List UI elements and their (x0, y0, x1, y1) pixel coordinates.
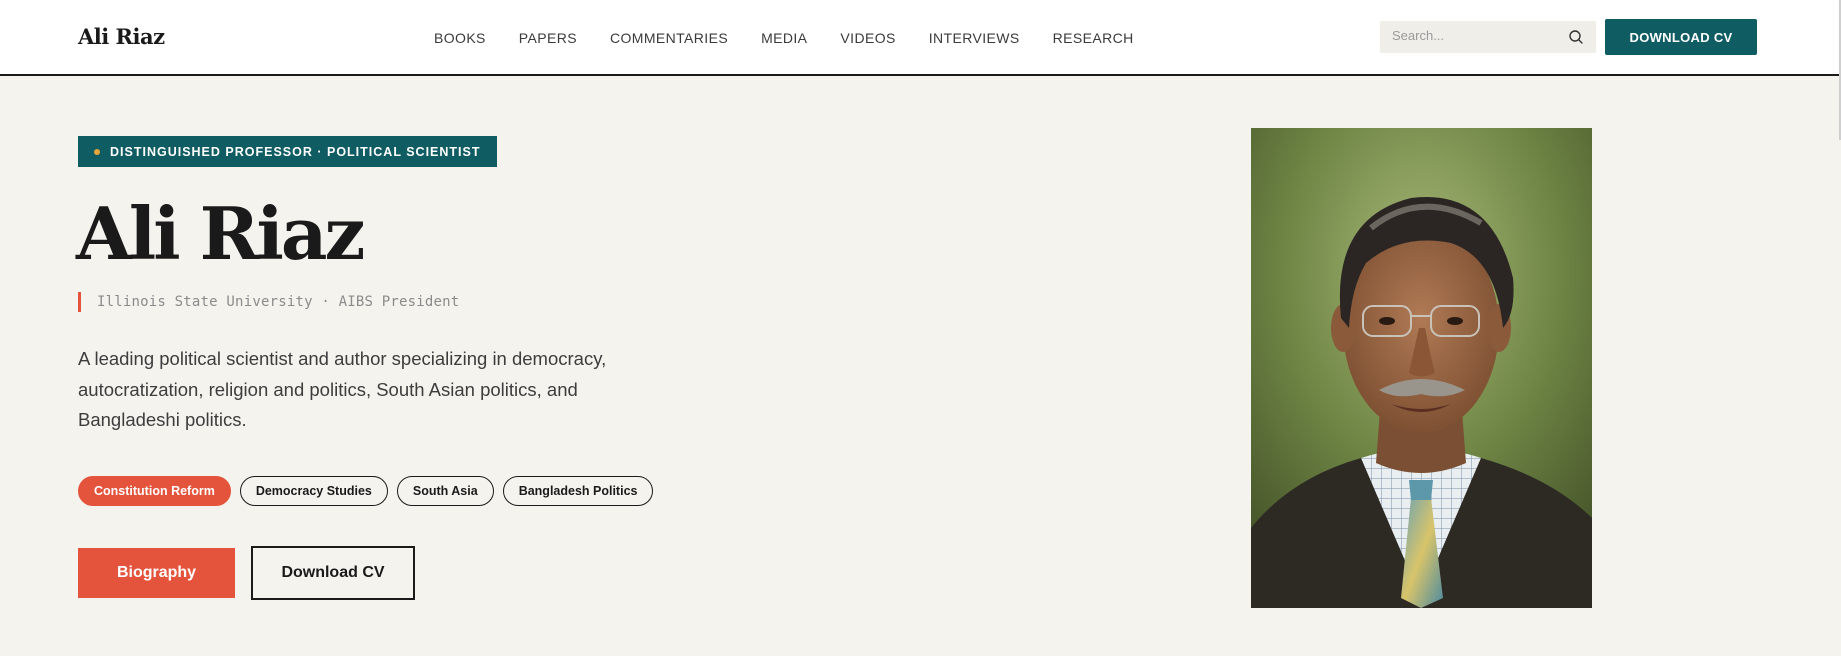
search-icon[interactable] (1568, 29, 1584, 45)
download-cv-button[interactable]: Download CV (251, 546, 415, 600)
nav-papers[interactable]: PAPERS (519, 30, 577, 46)
topic-tags: Constitution Reform Democracy Studies So… (78, 476, 654, 506)
nav-books[interactable]: BOOKS (434, 30, 486, 46)
biography-button[interactable]: Biography (78, 548, 235, 598)
nav-videos[interactable]: VIDEOS (840, 30, 895, 46)
site-header: Ali Riaz BOOKS PAPERS COMMENTARIES MEDIA… (0, 0, 1841, 76)
tag-bangladesh-politics[interactable]: Bangladesh Politics (502, 476, 654, 506)
search-input[interactable] (1392, 28, 1562, 43)
search-box (1380, 21, 1596, 53)
bio-description: A leading political scientist and author… (78, 348, 607, 430)
site-logo[interactable]: Ali Riaz (78, 24, 165, 49)
nav-research[interactable]: RESEARCH (1053, 30, 1134, 46)
tag-south-asia[interactable]: South Asia (396, 476, 494, 506)
tag-democracy-studies[interactable]: Democracy Studies (239, 476, 388, 506)
role-badge-text: DISTINGUISHED PROFESSOR · POLITICAL SCIE… (110, 144, 481, 159)
portrait-photo (1251, 128, 1592, 608)
nav-interviews[interactable]: INTERVIEWS (929, 30, 1020, 46)
badge-dot (94, 148, 100, 155)
tag-constitution-reform[interactable]: Constitution Reform (78, 476, 231, 506)
role-badge: DISTINGUISHED PROFESSOR · POLITICAL SCIE… (78, 136, 497, 167)
main-nav: BOOKS PAPERS COMMENTARIES MEDIA VIDEOS I… (434, 30, 1167, 46)
nav-commentaries[interactable]: COMMENTARIES (610, 30, 728, 46)
affiliation: Illinois State University · AIBS Preside… (78, 292, 459, 312)
page-title: Ali Riaz (76, 191, 365, 276)
nav-media[interactable]: MEDIA (761, 30, 807, 46)
download-cv-header-button[interactable]: DOWNLOAD CV (1605, 19, 1757, 55)
